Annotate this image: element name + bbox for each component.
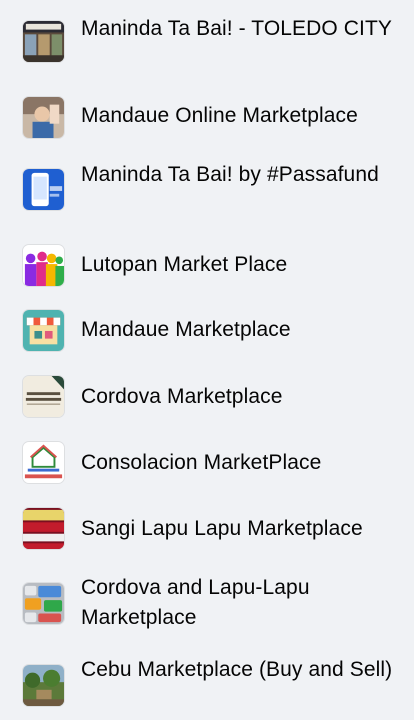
group-item[interactable]: Maninda Ta Bai! - TOLEDO CITY xyxy=(0,10,414,74)
group-item[interactable]: Mandaue Marketplace xyxy=(0,309,414,352)
house-logo-thumbnail xyxy=(22,441,65,484)
cordova-text-logo-thumbnail xyxy=(22,375,65,418)
group-item[interactable]: Lutopan Market Place xyxy=(0,244,414,287)
group-item[interactable]: Cebu Marketplace (Buy and Sell) xyxy=(0,654,414,718)
group-item[interactable]: Cordova and Lapu-Lapu Marketplace xyxy=(0,572,414,636)
group-name: Sangi Lapu Lapu Marketplace xyxy=(81,517,363,540)
group-item[interactable]: Consolacion MarketPlace xyxy=(0,441,414,484)
group-item[interactable]: Cordova Marketplace xyxy=(0,375,414,418)
market-stall-thumbnail xyxy=(22,309,65,352)
group-name: Mandaue Online Marketplace xyxy=(81,104,358,127)
groups-list: Maninda Ta Bai! - TOLEDO CITY Mandaue On… xyxy=(0,0,414,720)
keyboard-trade-buy-sell-thumbnail xyxy=(22,582,65,625)
outdoor-scene-thumbnail xyxy=(22,664,65,707)
group-item[interactable]: Mandaue Online Marketplace xyxy=(0,96,414,139)
group-name: Cebu Marketplace (Buy and Sell) xyxy=(81,658,393,681)
colorful-people-silhouettes-thumbnail xyxy=(22,244,65,287)
group-item[interactable]: Maninda Ta Bai! by #Passafund xyxy=(0,160,414,224)
group-name: Cordova and Lapu-Lapu Marketplace xyxy=(81,576,310,629)
group-name: Maninda Ta Bai! - TOLEDO CITY xyxy=(81,17,393,40)
red-banner-thumbnail xyxy=(22,507,65,550)
group-name: Cordova Marketplace xyxy=(81,385,283,408)
group-name: Mandaue Marketplace xyxy=(81,318,291,341)
toledo-city-storefront-thumbnail xyxy=(22,20,65,63)
group-item[interactable]: Sangi Lapu Lapu Marketplace xyxy=(0,507,414,550)
group-name: Maninda Ta Bai! by #Passafund xyxy=(81,163,379,186)
person-selfie-thumbnail xyxy=(22,96,65,139)
phone-app-thumbnail xyxy=(22,168,65,211)
group-name: Consolacion MarketPlace xyxy=(81,451,322,474)
group-name: Lutopan Market Place xyxy=(81,253,288,276)
